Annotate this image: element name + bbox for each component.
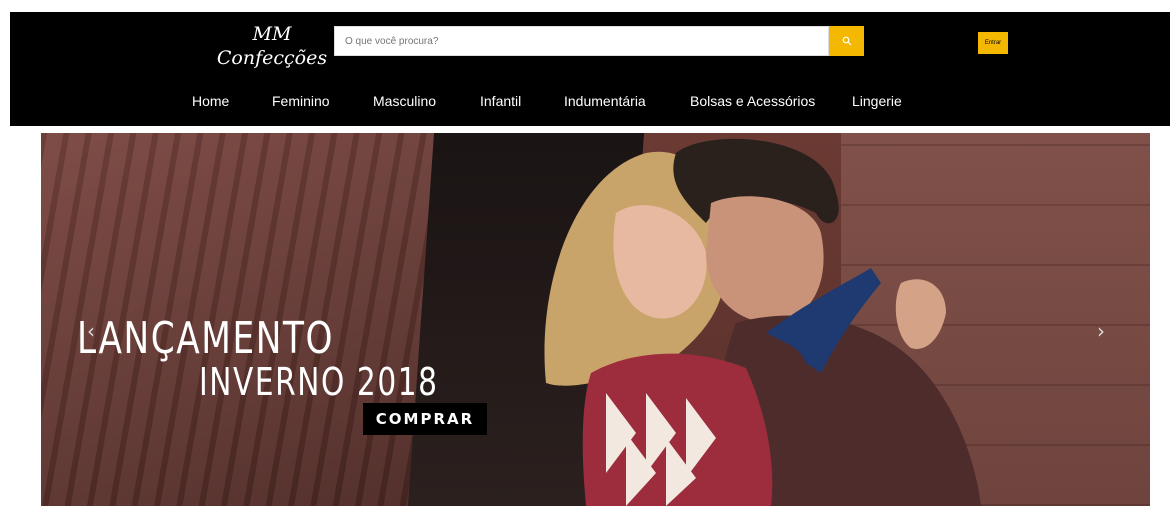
- chevron-left-icon: ‹: [87, 319, 95, 343]
- nav-item-home[interactable]: Home: [192, 91, 229, 111]
- search-icon: [842, 36, 851, 46]
- logo-line-2: Confecções: [216, 47, 328, 69]
- nav-item-lingerie[interactable]: Lingerie: [852, 91, 902, 111]
- banner-headline-line-2: INVERNO 2018: [199, 360, 439, 404]
- nav-item-bolsas-acessorios[interactable]: Bolsas e Acessórios: [690, 91, 815, 111]
- nav-item-indumentaria[interactable]: Indumentária: [564, 91, 646, 111]
- hero-banner[interactable]: LANÇAMENTO INVERNO 2018 COMPRAR ‹ ›: [41, 133, 1150, 506]
- search-input[interactable]: [334, 26, 829, 56]
- search-button[interactable]: [829, 26, 864, 56]
- carousel-next-arrow[interactable]: ›: [1091, 316, 1111, 346]
- chevron-right-icon: ›: [1097, 319, 1105, 343]
- site-header: MM Confecções Entrar Home Feminino Mascu…: [10, 12, 1170, 126]
- nav-item-infantil[interactable]: Infantil: [480, 91, 521, 111]
- nav-item-feminino[interactable]: Feminino: [272, 91, 330, 111]
- login-button[interactable]: Entrar: [978, 32, 1008, 54]
- nav-item-masculino[interactable]: Masculino: [373, 91, 436, 111]
- banner-photo-couple: [544, 138, 981, 506]
- logo-line-1: MM: [252, 23, 292, 45]
- site-logo[interactable]: MM Confecções: [212, 22, 332, 70]
- main-nav: Home Feminino Masculino Infantil Indumen…: [10, 91, 1170, 113]
- carousel-prev-arrow[interactable]: ‹: [81, 316, 101, 346]
- banner-headline-line-1: LANÇAMENTO: [77, 313, 335, 364]
- buy-button[interactable]: COMPRAR: [363, 403, 487, 435]
